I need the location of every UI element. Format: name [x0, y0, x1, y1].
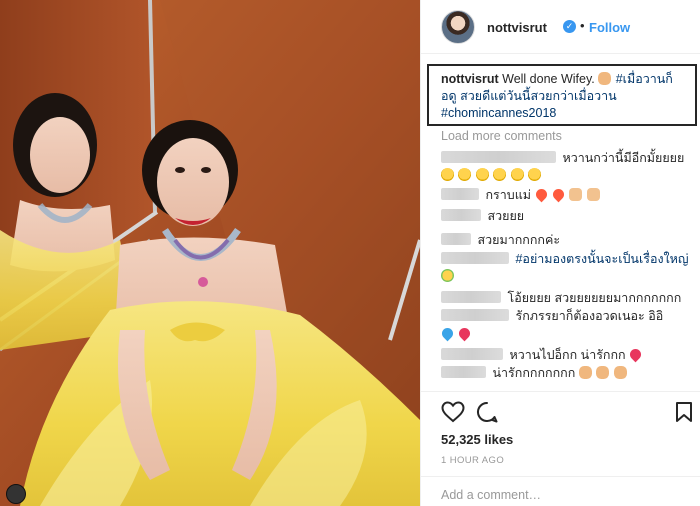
list-item: [441, 167, 542, 184]
comment-text: กราบแม่: [485, 188, 532, 202]
post-photo[interactable]: [0, 0, 420, 506]
heart-eyes-emoji-icon: [550, 186, 567, 203]
list-item: [439, 325, 473, 343]
commenter-username[interactable]: [441, 366, 486, 378]
pray-emoji-icon: [586, 188, 600, 201]
heart-emoji-icon: [627, 346, 644, 363]
clap-emoji-icon: [613, 366, 627, 379]
sad-face-emoji-icon: [441, 168, 454, 181]
comment-hashtag[interactable]: #อย่ามองตรงนั้นจะเป็นเรื่องใหญ่: [515, 252, 688, 266]
caption-text: Well done Wifey.: [502, 72, 595, 86]
comment-text: สวยยย: [487, 209, 525, 223]
commenter-username[interactable]: [441, 233, 471, 245]
comment-text: หวานกว่านี้มีอีกมั้ยยยย: [562, 151, 685, 165]
heart-eyes-emoji-icon: [533, 186, 549, 203]
comment-text: น่ารักกกกกกกก: [492, 366, 576, 380]
list-item: โอ้ยยยย สวยยยยยยมากกกกกกก: [441, 290, 681, 307]
list-item: [441, 268, 455, 285]
comment-text: หวานไปอ็กก น่ารักกก: [509, 348, 626, 362]
avatar[interactable]: [441, 10, 475, 44]
list-item: กราบแม่: [441, 186, 601, 204]
list-item: น่ารักกกกกกกก: [441, 365, 628, 382]
pray-emoji-icon: [569, 188, 583, 201]
sad-face-emoji-icon: [510, 168, 524, 181]
post-caption: nottvisrut Well done Wifey. #เมื่อวานก็อ…: [427, 64, 697, 126]
list-item: สวยมากกกกค่ะ: [441, 232, 560, 249]
likes-count[interactable]: 52,325 likes: [441, 432, 513, 447]
header-separator-dot: •: [580, 18, 585, 33]
actions-divider: [421, 391, 700, 392]
commenter-username[interactable]: [441, 252, 509, 264]
header-username[interactable]: nottvisrut: [487, 20, 547, 35]
post-side-panel: nottvisrut ✓ • Follow nottvisrut Well do…: [420, 0, 700, 506]
comment-text: โอ้ยยยย สวยยยยยยมากกกกกกก: [507, 291, 682, 305]
commenter-username[interactable]: [441, 151, 556, 163]
commenter-username[interactable]: [441, 188, 479, 200]
post-timestamp[interactable]: 1 HOUR AGO: [441, 455, 504, 466]
commenter-username[interactable]: [441, 348, 503, 360]
sad-face-emoji-icon: [528, 168, 542, 181]
comment-icon[interactable]: [476, 401, 498, 423]
verified-badge-icon: ✓: [563, 20, 576, 33]
list-item: หวานกว่านี้มีอีกมั้ยยยย: [441, 150, 684, 167]
sad-face-emoji-icon: [475, 168, 489, 181]
clap-emoji-icon: [578, 366, 592, 379]
caption-username[interactable]: nottvisrut: [441, 72, 499, 86]
red-heart-emoji-icon: [457, 325, 473, 342]
blue-heart-emoji-icon: [439, 325, 456, 342]
list-item: รักภรรยาก็ต้องอวดเนอะ อิอิ: [441, 308, 663, 325]
commenter-username[interactable]: [441, 209, 481, 221]
list-item: หวานไปอ็กก น่ารักกก: [441, 346, 644, 364]
bookmark-icon[interactable]: [675, 401, 693, 423]
load-more-comments-link[interactable]: Load more comments: [441, 129, 562, 143]
comment-divider: [421, 476, 700, 477]
clap-emoji-icon: [596, 366, 610, 379]
comment-text: สวยมากกกกค่ะ: [477, 233, 561, 247]
list-item: #อย่ามองตรงนั้นจะเป็นเรื่องใหญ่: [441, 251, 689, 268]
commenter-username[interactable]: [441, 291, 501, 303]
comment-text: รักภรรยาก็ต้องอวดเนอะ อิอิ: [515, 309, 664, 323]
ok-hand-emoji-icon: [598, 72, 612, 85]
list-item: สวยยย: [441, 208, 524, 225]
add-comment-input[interactable]: Add a comment…: [441, 488, 541, 502]
sad-face-emoji-icon: [493, 168, 507, 181]
sad-face-emoji-icon: [458, 168, 472, 181]
party-face-emoji-icon: [441, 269, 454, 282]
commenter-username[interactable]: [441, 309, 509, 321]
photo-artwork: [0, 0, 420, 506]
heart-icon[interactable]: [441, 401, 465, 423]
post-header: nottvisrut ✓ • Follow: [421, 0, 700, 54]
caption-hashtag-2[interactable]: #chomincannes2018: [441, 106, 556, 120]
photo-corner-avatar: [6, 484, 26, 504]
follow-button[interactable]: Follow: [589, 20, 630, 35]
